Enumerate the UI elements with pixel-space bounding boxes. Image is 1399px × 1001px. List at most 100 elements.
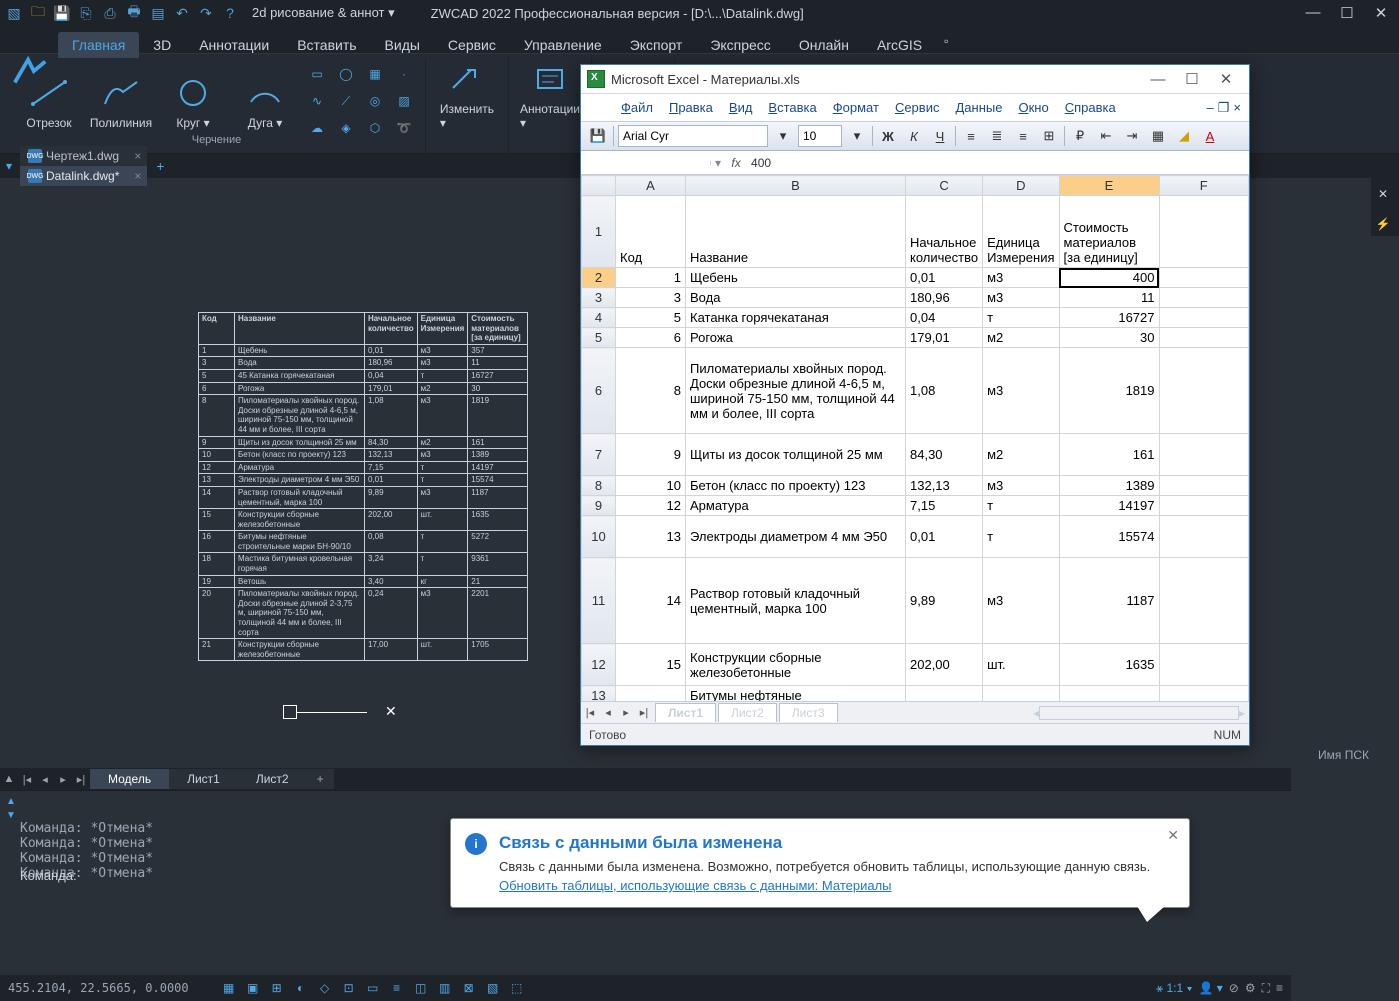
cell[interactable]: 161 xyxy=(1059,434,1159,476)
preview-icon[interactable]: ▤ xyxy=(150,5,166,21)
cell[interactable]: 10 xyxy=(616,476,686,496)
cell[interactable]: 13 xyxy=(616,516,686,558)
layout-tab-Лист1[interactable]: Лист1 xyxy=(169,769,238,789)
menu-tab-Сервис[interactable]: Сервис xyxy=(434,32,510,58)
col-header-B[interactable]: B xyxy=(686,176,906,196)
modify-button[interactable]: Изменить▾ xyxy=(434,58,500,132)
row-header[interactable]: 6 xyxy=(582,348,616,434)
row-header[interactable]: 11 xyxy=(582,558,616,644)
sheet-prev-icon[interactable]: ◂ xyxy=(599,706,617,719)
revcloud-icon[interactable]: ☁ xyxy=(304,116,330,140)
indent-inc-icon[interactable]: ⇥ xyxy=(1121,125,1143,147)
cell[interactable]: Раствор готовый кладочный цементный, мар… xyxy=(686,558,906,644)
mdi-restore-icon[interactable]: ❐ xyxy=(1218,100,1230,116)
spline-icon[interactable]: ∿ xyxy=(304,89,330,113)
add-layout-tab[interactable]: + xyxy=(307,769,334,789)
doctab-menu-icon[interactable]: ▾ xyxy=(6,159,20,173)
menu-tab-Аннотации[interactable]: Аннотации xyxy=(185,32,283,58)
cell[interactable]: 179,01 xyxy=(906,328,983,348)
command-input[interactable] xyxy=(80,869,480,884)
cell[interactable]: 9 xyxy=(616,434,686,476)
polyline-button[interactable]: Полилиния xyxy=(88,58,154,132)
menu-tab-ArcGIS[interactable]: ArcGIS xyxy=(863,32,936,58)
minimize-button[interactable]: — xyxy=(1301,4,1325,22)
ortho-toggle-icon[interactable]: ⊞ xyxy=(267,979,287,997)
hscroll-right-icon[interactable]: ▸ xyxy=(1239,706,1245,720)
grid-toggle-icon[interactable]: ▦ xyxy=(219,979,239,997)
3dpoly-icon[interactable]: ⬡ xyxy=(362,116,388,140)
cell[interactable]: Битумы нефтяные xyxy=(686,686,906,702)
close-panel-icon[interactable]: ✕ xyxy=(1371,182,1395,206)
row-header[interactable]: 4 xyxy=(582,308,616,328)
mdi-min-icon[interactable]: – xyxy=(1207,100,1214,116)
cell[interactable]: 1187 xyxy=(1059,558,1159,644)
close-icon[interactable]: × xyxy=(134,149,141,163)
cell[interactable]: м2 xyxy=(983,434,1059,476)
cell[interactable]: 202,00 xyxy=(906,644,983,686)
point-icon[interactable]: · xyxy=(391,62,417,86)
menu-tab-Виды[interactable]: Виды xyxy=(371,32,434,58)
cell[interactable]: 15574 xyxy=(1059,516,1159,558)
helix-icon[interactable]: ➰ xyxy=(391,116,417,140)
cell[interactable] xyxy=(1159,308,1249,328)
am-toggle-icon[interactable]: ⬚ xyxy=(507,979,527,997)
cell[interactable]: 400 xyxy=(1059,268,1159,288)
cell[interactable]: 12 xyxy=(616,496,686,516)
excel-menu-Вид[interactable]: Вид xyxy=(729,100,753,115)
hscrollbar[interactable] xyxy=(1039,706,1239,720)
save-icon[interactable]: 💾 xyxy=(54,5,70,21)
snap-toggle-icon[interactable]: ▣ xyxy=(243,979,263,997)
saveall-icon[interactable]: ⎘ xyxy=(78,5,94,21)
isolate-icon[interactable]: ⊘ xyxy=(1229,981,1239,995)
cell[interactable] xyxy=(1159,644,1249,686)
col-header-F[interactable]: F xyxy=(1159,176,1249,196)
italic-icon[interactable]: К xyxy=(903,125,925,147)
row-header[interactable]: 3 xyxy=(582,288,616,308)
ucs-icon[interactable]: 👤 ▾ xyxy=(1198,981,1222,995)
tpy-toggle-icon[interactable]: ◫ xyxy=(411,979,431,997)
maximize-button[interactable]: ☐ xyxy=(1335,4,1359,22)
cell[interactable]: 16727 xyxy=(1059,308,1159,328)
cell[interactable]: м3 xyxy=(983,268,1059,288)
close-button[interactable]: ✕ xyxy=(1369,4,1393,22)
excel-menu-Справка[interactable]: Справка xyxy=(1065,100,1116,115)
menu-tab-3D[interactable]: 3D xyxy=(139,32,185,58)
cell[interactable]: Пиломатериалы хвойных пород. Доски обрез… xyxy=(686,348,906,434)
cell[interactable]: 180,96 xyxy=(906,288,983,308)
excel-menu-Сервис[interactable]: Сервис xyxy=(895,100,940,115)
fontcolor-icon[interactable]: A xyxy=(1199,125,1221,147)
menu-tab-Главная[interactable]: Главная xyxy=(58,32,139,58)
dyn-toggle-icon[interactable]: ▭ xyxy=(363,979,383,997)
row-header[interactable]: 5 xyxy=(582,328,616,348)
cell[interactable]: Арматура xyxy=(686,496,906,516)
new-doc-tab[interactable]: + xyxy=(149,158,171,174)
cell[interactable]: 1389 xyxy=(1059,476,1159,496)
sheet-last-icon[interactable]: ▸| xyxy=(635,706,653,719)
cell[interactable]: Вода xyxy=(686,288,906,308)
mdi-close-icon[interactable]: × xyxy=(1233,100,1241,116)
merge-icon[interactable]: ⊞ xyxy=(1038,125,1060,147)
layout-tab-Лист2[interactable]: Лист2 xyxy=(238,769,307,789)
clean-icon[interactable]: ⛶ xyxy=(1262,981,1270,996)
col-header-D[interactable]: D xyxy=(983,176,1059,196)
cell[interactable]: 0,04 xyxy=(906,308,983,328)
cell[interactable]: т xyxy=(983,516,1059,558)
menu-tab-Управление[interactable]: Управление xyxy=(510,32,616,58)
ellipse-icon[interactable]: ◯ xyxy=(333,62,359,86)
sc-toggle-icon[interactable]: ⊠ xyxy=(459,979,479,997)
cell[interactable]: 3 xyxy=(616,288,686,308)
row-header[interactable]: 12 xyxy=(582,644,616,686)
font-combo[interactable] xyxy=(618,125,768,147)
excel-grid[interactable]: ABCDEF1КодНазваниеНачальное количествоЕд… xyxy=(581,175,1249,701)
sheet-next-icon[interactable]: ▸ xyxy=(617,706,635,719)
cell[interactable]: Конструкции сборные железобетонные xyxy=(686,644,906,686)
layout-nav-up[interactable]: ▲ xyxy=(0,773,18,786)
col-header-C[interactable]: C xyxy=(906,176,983,196)
cell[interactable]: Рогожа xyxy=(686,328,906,348)
cell[interactable]: м3 xyxy=(983,288,1059,308)
layout-last[interactable]: ▸| xyxy=(72,773,90,786)
namebox[interactable] xyxy=(581,161,711,165)
excel-menu-Вставка[interactable]: Вставка xyxy=(768,100,816,115)
close-icon[interactable]: × xyxy=(134,169,141,183)
cell[interactable]: т xyxy=(983,308,1059,328)
